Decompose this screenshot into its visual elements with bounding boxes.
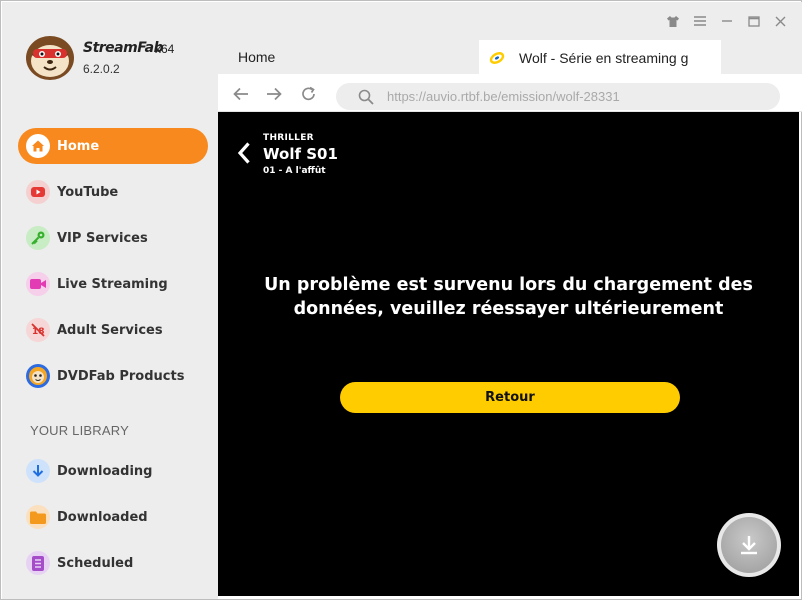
web-content: THRILLER Wolf S01 01 - A l'affût Un prob… (218, 112, 799, 596)
sidebar-item-label: Adult Services (57, 322, 163, 338)
search-icon (358, 89, 374, 105)
sidebar-item-label: Downloading (57, 463, 153, 479)
camera-icon (26, 272, 50, 296)
sidebar-item-label: Downloaded (57, 509, 148, 525)
sidebar-item-live-streaming[interactable]: Live Streaming (18, 266, 208, 302)
url-text: https://auvio.rtbf.be/emission/wolf-2833… (387, 89, 620, 104)
sidebar-item-downloaded[interactable]: Downloaded (18, 499, 208, 535)
tab-home[interactable]: Home (238, 49, 275, 65)
close-icon[interactable] (771, 12, 790, 30)
maximize-icon[interactable] (744, 12, 763, 30)
title-bar: Home Wolf - Série en streaming g (218, 2, 802, 75)
address-bar: https://auvio.rtbf.be/emission/wolf-2833… (218, 74, 802, 112)
error-message: Un problème est survenu lors du chargeme… (264, 275, 753, 319)
sidebar-item-dvdfab-products[interactable]: DVDFab Products (18, 358, 208, 394)
adult-blocked-icon: 18 (26, 318, 50, 342)
episode-label: 01 - A l'affût (263, 166, 326, 176)
folder-icon (26, 505, 50, 529)
sidebar-item-label: Live Streaming (57, 276, 168, 292)
sidebar-item-home[interactable]: Home (18, 128, 208, 164)
brand: StreamFab x64 6.2.0.2 (24, 33, 214, 83)
sidebar-item-label: Scheduled (57, 555, 134, 571)
youtube-icon (26, 180, 50, 204)
home-icon (26, 134, 50, 158)
sidebar-nav: Home YouTube VIP Services Live Streaming (18, 128, 208, 404)
download-icon (741, 536, 757, 555)
app-arch: x64 (155, 42, 175, 56)
sidebar-item-vip-services[interactable]: VIP Services (18, 220, 208, 256)
sidebar: StreamFab x64 6.2.0.2 Home YouTube VIP S… (2, 2, 218, 599)
sidebar-item-adult-services[interactable]: 18 Adult Services (18, 312, 208, 348)
sloth-logo-icon (26, 36, 74, 80)
library-nav: Downloading Downloaded Scheduled (18, 453, 208, 591)
schedule-list-icon (26, 551, 50, 575)
sidebar-item-label: Home (57, 138, 100, 154)
key-icon (26, 226, 50, 250)
library-title: YOUR LIBRARY (30, 423, 129, 438)
app-window: StreamFab x64 6.2.0.2 Home YouTube VIP S… (0, 0, 802, 600)
window-controls (663, 12, 790, 30)
url-field[interactable]: https://auvio.rtbf.be/emission/wolf-2833… (336, 83, 780, 110)
skin-icon[interactable] (663, 12, 682, 30)
tab-title: Wolf - Série en streaming g (519, 49, 689, 66)
retour-button[interactable]: Retour (340, 382, 680, 413)
back-arrow-icon[interactable] (232, 86, 250, 102)
show-title: Wolf S01 (263, 145, 338, 163)
tab-wolf[interactable]: Wolf - Série en streaming g (479, 40, 721, 75)
download-button-face (721, 517, 777, 573)
app-version: 6.2.0.2 (83, 62, 120, 76)
genre-label: THRILLER (263, 133, 314, 143)
download-arrow-icon (26, 459, 50, 483)
sidebar-item-downloading[interactable]: Downloading (18, 453, 208, 489)
minimize-icon[interactable] (717, 12, 736, 30)
auvio-favicon-icon (489, 51, 505, 64)
sidebar-item-label: VIP Services (57, 230, 148, 246)
sidebar-item-youtube[interactable]: YouTube (18, 174, 208, 210)
forward-arrow-icon[interactable] (265, 86, 283, 102)
menu-icon[interactable] (690, 12, 709, 30)
download-button[interactable] (717, 513, 781, 577)
sidebar-item-label: YouTube (57, 184, 119, 200)
dvdfab-icon (26, 364, 50, 388)
sidebar-item-label: DVDFab Products (57, 368, 185, 384)
sidebar-item-scheduled[interactable]: Scheduled (18, 545, 208, 581)
chevron-left-icon[interactable] (237, 141, 251, 165)
app-name: StreamFab (83, 40, 164, 56)
refresh-icon[interactable] (300, 86, 318, 102)
